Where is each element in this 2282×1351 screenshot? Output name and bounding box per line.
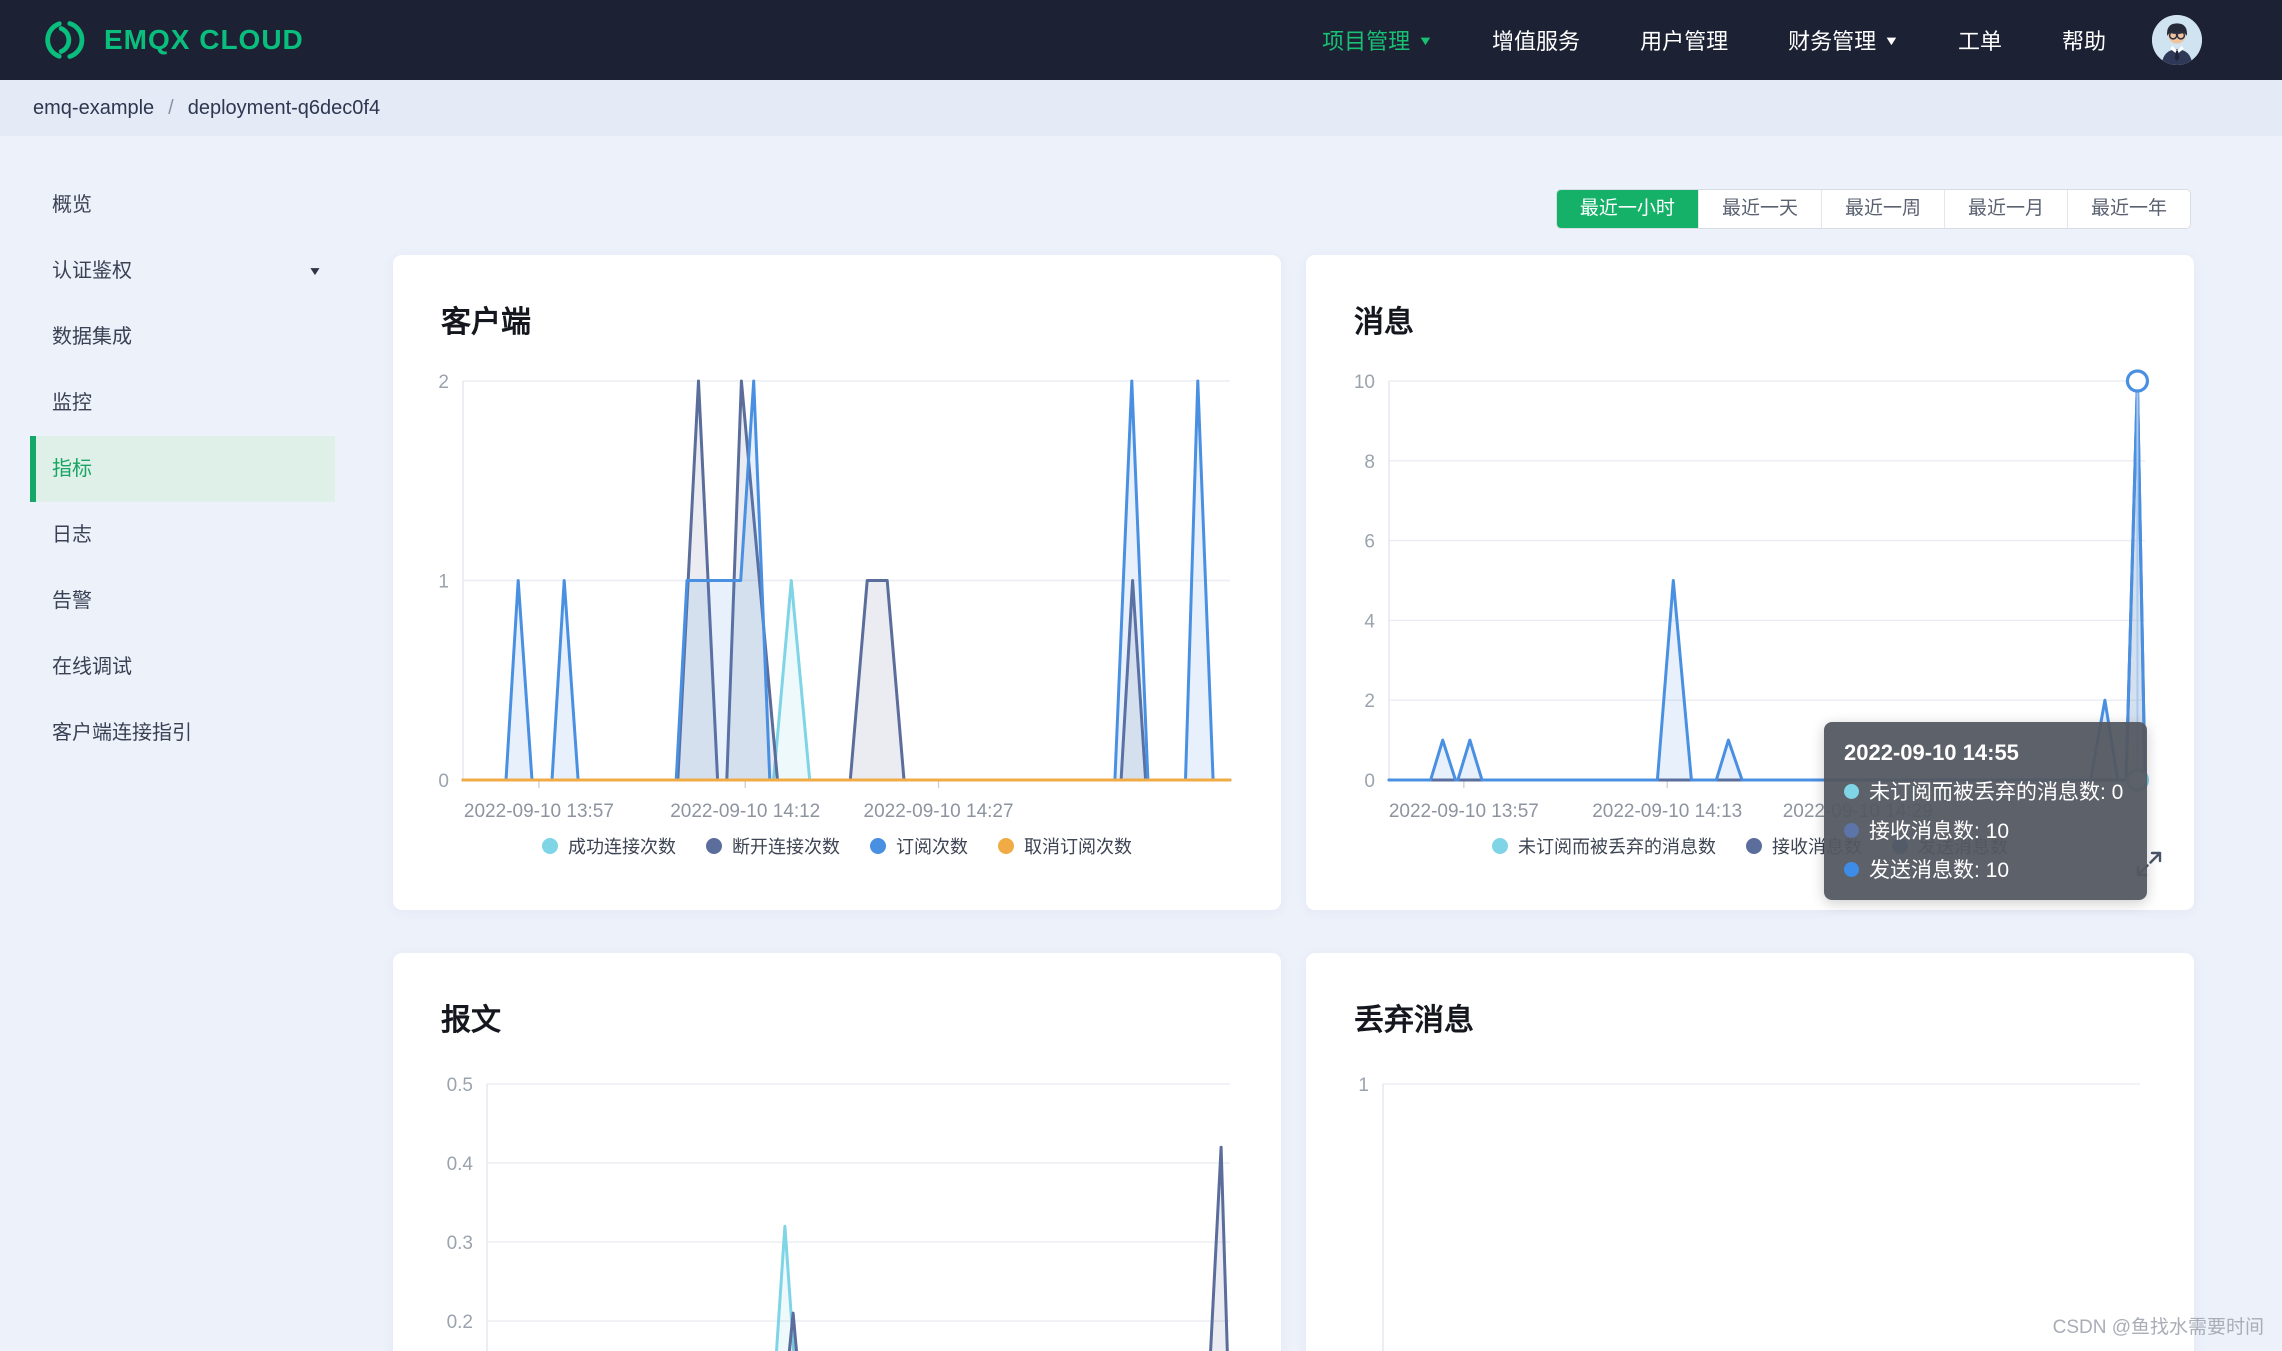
legend-item-取消订阅次数[interactable]: 取消订阅次数 <box>998 833 1132 859</box>
time-filter-最近一月[interactable]: 最近一月 <box>1943 190 2067 228</box>
sidebar-item-客户端连接指引[interactable]: 客户端连接指引 <box>30 700 335 766</box>
nav-item-label: 用户管理 <box>1640 29 1729 54</box>
clients-chart-canvas[interactable]: 0 1 2 2022-09-10 13:57 2022-09-10 14:12 2022-… <box>393 255 1281 910</box>
svg-text:0.4: 0.4 <box>447 1154 474 1175</box>
legend-item-成功连接次数[interactable]: 成功连接次数 <box>542 833 676 859</box>
svg-text:0: 0 <box>438 771 449 792</box>
brand[interactable]: EMQX CLOUD <box>42 17 304 63</box>
tooltip-row-text: 接收消息数: 10 <box>1869 820 2010 843</box>
svg-text:1: 1 <box>438 572 449 593</box>
main-nav: 项目管理 ▼ 增值服务 用户管理 财务管理 ▼ 工单 帮助 <box>1322 24 2106 56</box>
time-filter-最近一年[interactable]: 最近一年 <box>2066 190 2190 228</box>
series-dot-icon <box>1844 783 1859 799</box>
legend-clients: 成功连接次数 断开连接次数 订阅次数 取消订阅次数 <box>393 833 1281 859</box>
tooltip-row: 接收消息数: 10 <box>1844 815 2123 845</box>
nav-item-财务管理[interactable]: 财务管理 ▼ <box>1788 24 1900 56</box>
time-range-filter: 最近一小时 最近一天 最近一周 最近一月 最近一年 <box>1555 189 2191 229</box>
nav-item-用户管理[interactable]: 用户管理 <box>1640 24 1728 56</box>
legend-item-断开连接次数[interactable]: 断开连接次数 <box>706 833 840 859</box>
legend-item-订阅次数[interactable]: 订阅次数 <box>870 833 968 859</box>
svg-text:0.2: 0.2 <box>447 1312 473 1333</box>
legend-label: 断开连接次数 <box>732 837 840 857</box>
svg-text:2022-09-10 14:12: 2022-09-10 14:12 <box>670 801 820 822</box>
svg-text:10: 10 <box>1354 372 1375 393</box>
svg-text:2: 2 <box>438 372 449 393</box>
tooltip-row: 未订阅而被丢弃的消息数: 0 <box>1844 776 2123 806</box>
series-dot-icon <box>1844 861 1859 877</box>
legend-label: 未订阅而被丢弃的消息数 <box>1518 837 1716 857</box>
avatar-person-icon <box>2152 15 2202 65</box>
legend-item-未订阅而被丢弃的消息数[interactable]: 未订阅而被丢弃的消息数 <box>1492 833 1716 859</box>
chevron-down-icon: ▼ <box>1883 32 1900 48</box>
emqx-logo-icon <box>45 21 85 59</box>
nav-item-label: 增值服务 <box>1492 29 1581 54</box>
breadcrumb-deployment[interactable]: deployment-q6dec0f4 <box>188 97 380 120</box>
legend-label: 订阅次数 <box>896 837 968 857</box>
svg-text:0.5: 0.5 <box>447 1075 473 1096</box>
svg-text:1: 1 <box>1358 1075 1369 1096</box>
nav-item-label: 项目管理 <box>1322 29 1411 54</box>
series-dot-icon <box>1492 838 1508 854</box>
tooltip-row-text: 发送消息数: 10 <box>1869 859 2010 882</box>
svg-text:2022-09-10 14:27: 2022-09-10 14:27 <box>864 801 1014 822</box>
svg-text:6: 6 <box>1364 532 1375 553</box>
legend-label: 成功连接次数 <box>568 837 676 857</box>
tooltip-row: 发送消息数: 10 <box>1844 854 2123 884</box>
series-dot-icon <box>998 838 1014 854</box>
svg-text:8: 8 <box>1364 452 1375 473</box>
tooltip-row-text: 未订阅而被丢弃的消息数: 0 <box>1869 781 2124 804</box>
series-dot-icon <box>1746 838 1762 854</box>
series-dot-icon <box>542 838 558 854</box>
chevron-down-icon: ▼ <box>1417 32 1434 48</box>
series-dot-icon <box>1844 822 1859 838</box>
chart-card-clients: 客户端 0 1 2 2022-09-10 13:57 2022-09-10 14:12 20… <box>393 255 1281 910</box>
nav-item-label: 财务管理 <box>1788 29 1877 54</box>
sidebar: 概览 认证鉴权 ▼ 数据集成 监控 指标 日志 告警 在线调试 客户端连接指引 <box>0 136 335 766</box>
sidebar-item-概览[interactable]: 概览 <box>30 172 335 238</box>
watermark: CSDN @鱼找水需要时间 <box>2052 1317 2264 1338</box>
sidebar-item-日志[interactable]: 日志 <box>30 502 335 568</box>
sidebar-item-指标[interactable]: 指标 <box>30 436 335 502</box>
svg-text:4: 4 <box>1364 611 1375 632</box>
nav-item-增值服务[interactable]: 增值服务 <box>1492 24 1580 56</box>
nav-item-帮助[interactable]: 帮助 <box>2062 24 2106 56</box>
breadcrumb: emq-example / deployment-q6dec0f4 <box>0 80 2282 136</box>
nav-item-工单[interactable]: 工单 <box>1958 24 2002 56</box>
sidebar-item-在线调试[interactable]: 在线调试 <box>30 634 335 700</box>
chart-card-packets: 报文00.10.20.30.40.5 <box>393 953 1281 1351</box>
time-filter-最近一周[interactable]: 最近一周 <box>1820 190 1944 228</box>
svg-text:2022-09-10 14:13: 2022-09-10 14:13 <box>1592 801 1742 822</box>
nav-item-label: 工单 <box>1957 29 2002 54</box>
nav-item-项目管理[interactable]: 项目管理 ▼ <box>1322 24 1434 56</box>
chevron-down-icon: ▼ <box>307 264 323 278</box>
svg-text:2022-09-10 13:57: 2022-09-10 13:57 <box>464 801 614 822</box>
breadcrumb-separator: / <box>168 96 174 119</box>
series-dot-icon <box>870 838 886 854</box>
sidebar-item-监控[interactable]: 监控 <box>30 370 335 436</box>
chart-card-dropped: 丢弃消息 1 <box>1306 953 2194 1351</box>
packets-chart-canvas[interactable]: 00.10.20.30.40.5 <box>393 953 1281 1351</box>
top-navbar: EMQX CLOUD 项目管理 ▼ 增值服务 用户管理 财务管理 ▼ 工单 帮助 <box>0 0 2282 80</box>
dropped-chart-canvas[interactable]: 1 <box>1306 953 2194 1351</box>
time-filter-最近一小时[interactable]: 最近一小时 <box>1556 190 1698 228</box>
sidebar-item-认证鉴权[interactable]: 认证鉴权 ▼ <box>30 238 335 304</box>
svg-text:2: 2 <box>1364 691 1375 712</box>
tooltip-timestamp: 2022-09-10 14:55 <box>1844 740 2019 765</box>
brand-title: EMQX CLOUD <box>104 24 304 55</box>
nav-item-label: 帮助 <box>2061 29 2106 54</box>
svg-text:2022-09-10 13:57: 2022-09-10 13:57 <box>1389 801 1539 822</box>
legend-label: 取消订阅次数 <box>1024 837 1132 857</box>
sidebar-item-告警[interactable]: 告警 <box>30 568 335 634</box>
user-avatar[interactable] <box>2152 15 2202 65</box>
breadcrumb-project[interactable]: emq-example <box>33 97 154 120</box>
time-filter-最近一天[interactable]: 最近一天 <box>1697 190 1821 228</box>
sidebar-item-数据集成[interactable]: 数据集成 <box>30 304 335 370</box>
chart-tooltip: 2022-09-10 14:55 未订阅而被丢弃的消息数: 0 接收消息数: 10… <box>1824 722 2148 900</box>
svg-text:0.3: 0.3 <box>447 1233 473 1254</box>
series-dot-icon <box>706 838 722 854</box>
svg-text:0: 0 <box>1364 771 1375 792</box>
